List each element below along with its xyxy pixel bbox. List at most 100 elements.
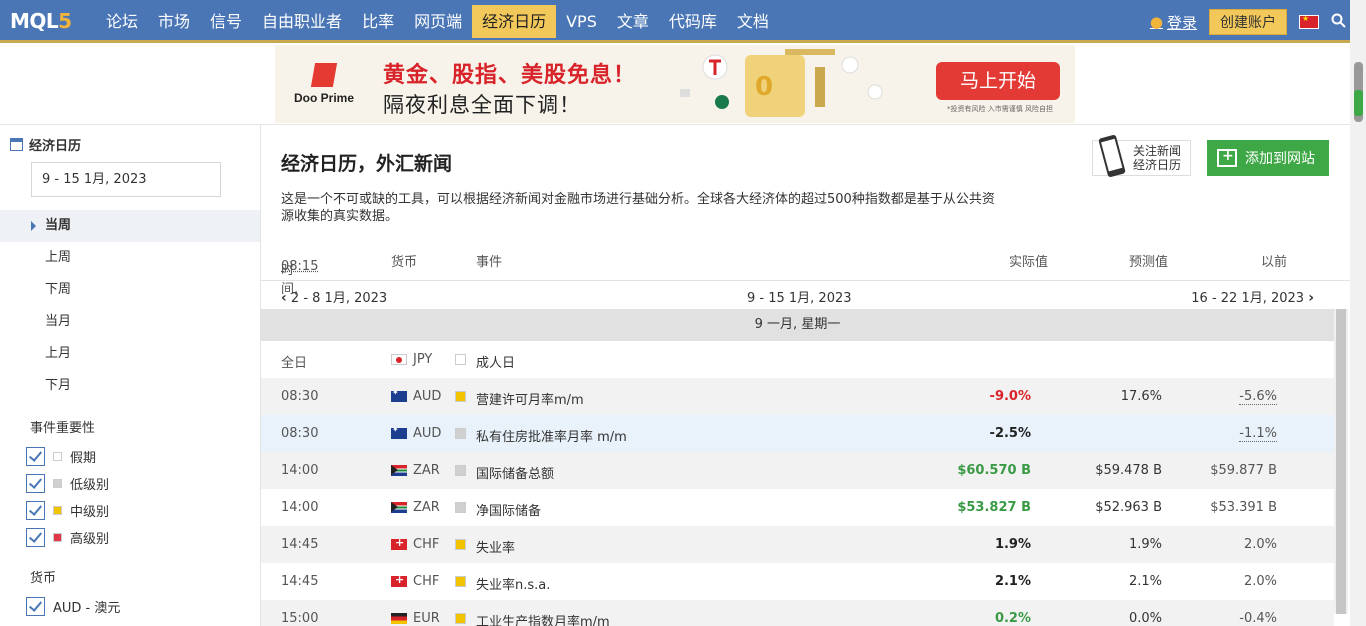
period-item[interactable]: 下月 xyxy=(0,370,260,402)
event-actual: 1.9% xyxy=(995,537,1031,552)
chevron-left-icon: ‹ xyxy=(281,290,287,306)
checkbox-checked-icon[interactable] xyxy=(26,447,45,466)
importance-square-icon xyxy=(455,576,466,587)
event-name[interactable]: 失业率 xyxy=(476,537,515,556)
nav-item-8[interactable]: 文章 xyxy=(607,5,659,38)
importance-filter[interactable]: 中级别 xyxy=(26,500,109,520)
doo-prime-logo: Doo Prime xyxy=(289,63,359,105)
table-row[interactable]: 08:30 AUD 私有住房批准率月率 m/m -2.5% -1.1% xyxy=(261,415,1334,452)
create-account-button[interactable]: 创建账户 xyxy=(1209,9,1287,35)
follow-news-button[interactable]: 关注新闻 经济日历 xyxy=(1092,140,1191,176)
currency-filter[interactable]: AUD - 澳元 xyxy=(26,596,120,616)
table-row[interactable]: 14:45 CHF 失业率 1.9% 1.9% 2.0% xyxy=(261,526,1334,563)
ad-banner[interactable]: Doo Prime 黄金、股指、美股免息！ 隔夜利息全面下调！ 0 马上开始 *… xyxy=(275,45,1075,123)
nav-item-6[interactable]: 经济日历 xyxy=(472,5,556,38)
event-forecast: 2.1% xyxy=(1129,574,1162,589)
event-currency: CHF xyxy=(413,537,439,552)
table-row[interactable]: 14:00 ZAR 国际储备总额 $60.570 B $59.478 B $59.877 … xyxy=(261,452,1334,489)
event-time: 08:30 xyxy=(281,389,318,404)
event-actual: -9.0% xyxy=(990,389,1031,404)
checkbox-checked-icon[interactable] xyxy=(26,474,45,493)
nav-item-4[interactable]: 比率 xyxy=(352,5,404,38)
event-currency: AUD xyxy=(413,426,441,441)
nav-item-0[interactable]: 论坛 xyxy=(96,5,148,38)
sidebar-title-label: 经济日历 xyxy=(29,135,81,154)
banner-subline: 隔夜利息全面下调！ xyxy=(383,89,581,119)
period-list: 当周 上周 下周 当月 上月 下月 xyxy=(0,210,260,402)
period-item[interactable]: 当周 xyxy=(0,210,260,242)
event-actual: $60.570 B xyxy=(957,463,1031,478)
event-previous: 2.0% xyxy=(1244,574,1277,589)
table-row[interactable]: 08:30 AUD 营建许可月率m/m -9.0% 17.6% -5.6% xyxy=(261,378,1334,415)
importance-square-icon xyxy=(455,613,466,624)
period-item[interactable]: 上月 xyxy=(0,338,260,370)
event-actual: -2.5% xyxy=(990,426,1031,441)
importance-square-icon xyxy=(53,533,62,542)
calendar-main: 经济日历，外汇新闻 这是一个不可或缺的工具，可以根据经济新闻对金融市场进行基础分… xyxy=(261,125,1350,626)
timezone-link[interactable]: 08:15 xyxy=(281,259,318,274)
event-time: 14:00 xyxy=(281,463,318,478)
checkbox-checked-icon[interactable] xyxy=(26,501,45,520)
table-header: 时间, 08:15 货币 事件 实际值 预测值 以前 xyxy=(261,243,1350,281)
nav-item-1[interactable]: 市场 xyxy=(148,5,200,38)
table-row[interactable]: 15:00 EUR 工业生产指数月率m/m 0.2% 0.0% -0.4% xyxy=(261,600,1334,626)
nav-item-2[interactable]: 信号 xyxy=(200,5,252,38)
event-previous: -0.4% xyxy=(1239,611,1277,626)
jp-flag-icon xyxy=(391,354,407,365)
banner-row: Doo Prime 黄金、股指、美股免息！ 隔夜利息全面下调！ 0 马上开始 *… xyxy=(0,43,1350,125)
next-week-link[interactable]: 16 - 22 1月, 2023 › xyxy=(1191,287,1314,306)
scroll-indicator-icon xyxy=(1354,90,1363,116)
nav-item-9[interactable]: 代码库 xyxy=(659,5,727,38)
page-scrollbar[interactable] xyxy=(1350,0,1366,626)
importance-filter[interactable]: 高级别 xyxy=(26,527,109,547)
event-time: 15:00 xyxy=(281,611,318,626)
add-to-website-button[interactable]: 添加到网站 xyxy=(1207,140,1329,176)
mql5-logo[interactable]: MQL 5 xyxy=(10,9,72,33)
nav-item-7[interactable]: VPS xyxy=(556,5,607,38)
language-flag-icon[interactable] xyxy=(1299,15,1319,29)
checkbox-checked-icon[interactable] xyxy=(26,528,45,547)
follow-news-label: 关注新闻 经济日历 xyxy=(1133,144,1181,172)
period-item[interactable]: 上周 xyxy=(0,242,260,274)
currency-title: 货币 xyxy=(30,567,56,586)
col-forecast: 预测值 xyxy=(1129,251,1168,270)
nav-item-5[interactable]: 网页端 xyxy=(404,5,472,38)
event-name[interactable]: 净国际储备 xyxy=(476,500,541,519)
next-week-label: 16 - 22 1月, 2023 xyxy=(1191,291,1304,306)
period-item[interactable]: 当月 xyxy=(0,306,260,338)
doo-prime-brand: Doo Prime xyxy=(289,91,359,105)
login-link[interactable]: ● 登录 xyxy=(1150,12,1197,33)
event-name[interactable]: 国际储备总额 xyxy=(476,463,554,482)
table-row[interactable]: 全日 JPY 成人日 xyxy=(261,341,1334,378)
event-name[interactable]: 营建许可月率m/m xyxy=(476,389,584,408)
event-name[interactable]: 失业率n.s.a. xyxy=(476,574,550,593)
currency-label: AUD - 澳元 xyxy=(53,597,120,616)
importance-filter[interactable]: 低级别 xyxy=(26,473,109,493)
event-name[interactable]: 成人日 xyxy=(476,352,515,371)
event-name[interactable]: 工业生产指数月率m/m xyxy=(476,611,610,626)
events-table: 全日JPY成人日08:30AUD营建许可月率m/m-9.0%17.6%-5.6%… xyxy=(261,341,1334,626)
calendar-icon xyxy=(10,138,23,151)
banner-headline: 黄金、股指、美股免息！ xyxy=(383,57,636,89)
prev-week-label: 2 - 8 1月, 2023 xyxy=(291,291,387,306)
checkbox-checked-icon[interactable] xyxy=(26,597,45,616)
period-item[interactable]: 下周 xyxy=(0,274,260,306)
nav-item-10[interactable]: 文档 xyxy=(727,5,779,38)
za-flag-icon xyxy=(391,465,407,476)
date-range-input[interactable]: 9 - 15 1月, 2023 xyxy=(31,162,221,197)
banner-start-button[interactable]: 马上开始 xyxy=(936,62,1060,100)
search-icon[interactable] xyxy=(1331,13,1346,32)
table-scrollbar[interactable] xyxy=(1334,309,1348,614)
importance-filter[interactable]: 假期 xyxy=(26,446,96,466)
page-title: 经济日历，外汇新闻 xyxy=(281,149,452,176)
logo-five: 5 xyxy=(58,9,71,33)
event-name[interactable]: 私有住房批准率月率 m/m xyxy=(476,426,627,445)
table-row[interactable]: 14:00 ZAR 净国际储备 $53.827 B $52.963 B $53.391 B xyxy=(261,489,1334,526)
nav-right: ● 登录 创建账户 xyxy=(1150,8,1346,36)
nav-item-3[interactable]: 自由职业者 xyxy=(252,5,352,38)
table-scrollbar-thumb[interactable] xyxy=(1336,309,1346,614)
event-time: 全日 xyxy=(281,352,307,371)
table-row[interactable]: 14:45 CHF 失业率n.s.a. 2.1% 2.1% 2.0% xyxy=(261,563,1334,600)
prev-week-link[interactable]: ‹ 2 - 8 1月, 2023 xyxy=(281,287,387,306)
current-week-label: 9 - 15 1月, 2023 xyxy=(747,287,852,306)
